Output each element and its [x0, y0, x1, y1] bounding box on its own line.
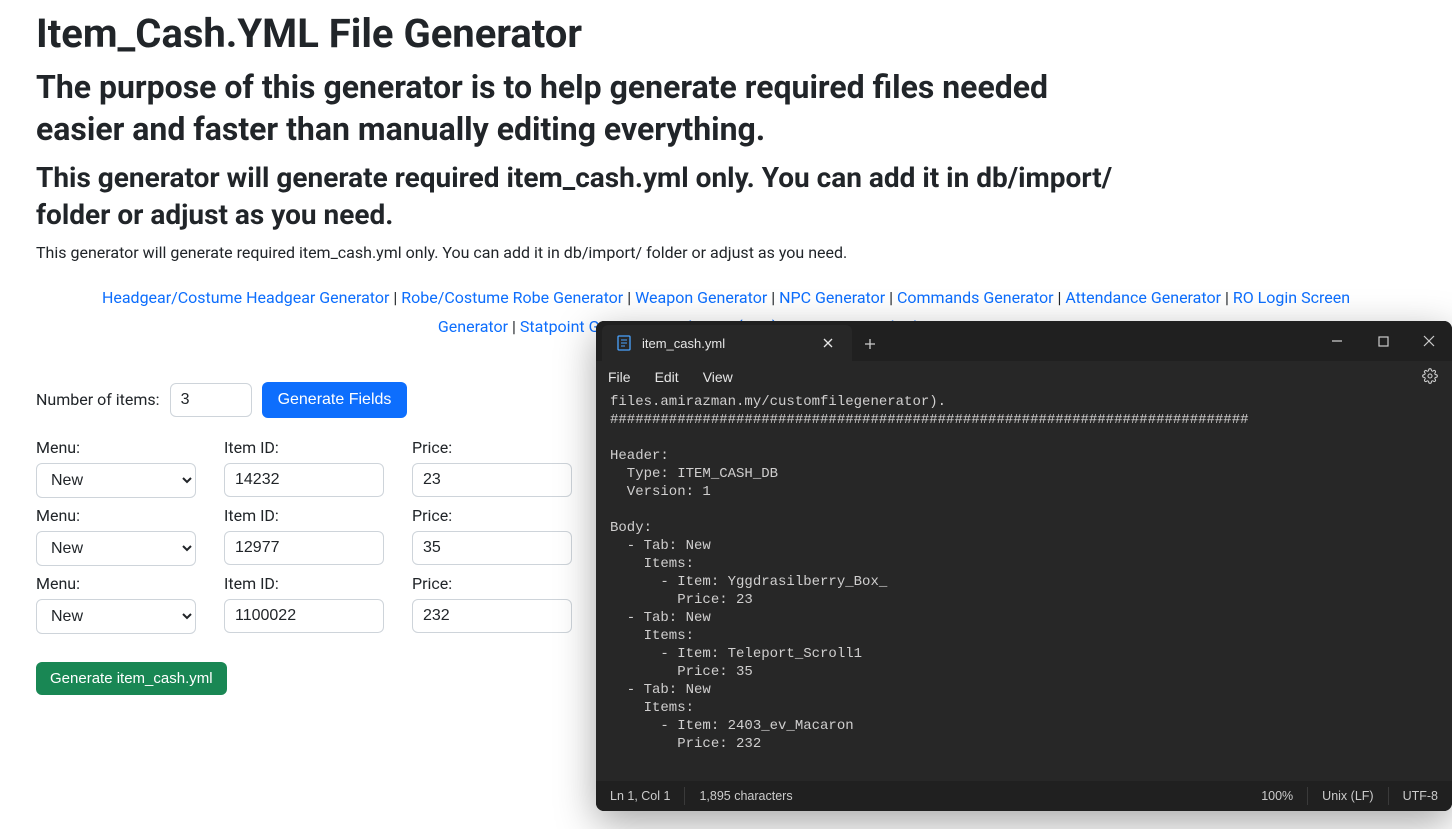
page-title: Item_Cash.YML File Generator — [36, 10, 1416, 57]
menu-label: Menu: — [36, 506, 196, 525]
tab-close-button[interactable] — [818, 333, 838, 354]
editor-menubar: File Edit View — [596, 361, 1452, 393]
generate-file-button[interactable]: Generate item_cash.yml — [36, 662, 227, 695]
file-icon — [616, 335, 632, 351]
item-id-label: Item ID: — [224, 438, 384, 457]
editor-tab-title: item_cash.yml — [642, 336, 725, 351]
window-maximize-button[interactable] — [1360, 321, 1406, 361]
menu-file[interactable]: File — [608, 369, 631, 385]
page-description: This generator will generate required it… — [36, 243, 1416, 262]
price-input[interactable] — [412, 531, 572, 565]
price-input[interactable] — [412, 463, 572, 497]
editor-tab-active[interactable]: item_cash.yml — [602, 325, 852, 361]
nav-link-attendance[interactable]: Attendance Generator — [1065, 288, 1221, 307]
status-cursor-pos: Ln 1, Col 1 — [610, 789, 670, 803]
status-encoding: UTF-8 — [1403, 789, 1438, 803]
window-minimize-button[interactable] — [1314, 321, 1360, 361]
window-close-button[interactable] — [1406, 321, 1452, 361]
price-label: Price: — [412, 438, 572, 457]
text-editor-window: item_cash.yml File Edit View — [596, 321, 1452, 811]
menu-view[interactable]: View — [703, 369, 733, 385]
status-char-count: 1,895 characters — [699, 789, 792, 803]
price-label: Price: — [412, 506, 572, 525]
page-subtitle: The purpose of this generator is to help… — [36, 67, 1116, 150]
nav-link-npc[interactable]: NPC Generator — [779, 288, 885, 307]
window-controls — [1314, 321, 1452, 361]
price-label: Price: — [412, 574, 572, 593]
editor-statusbar: Ln 1, Col 1 1,895 characters 100% Unix (… — [596, 781, 1452, 811]
price-input[interactable] — [412, 599, 572, 633]
new-tab-button[interactable] — [852, 327, 888, 361]
editor-text-area[interactable]: files.amirazman.my/customfilegenerator).… — [596, 393, 1452, 781]
num-items-input[interactable] — [170, 383, 252, 417]
num-items-label: Number of items: — [36, 390, 160, 409]
generate-fields-button[interactable]: Generate Fields — [262, 382, 408, 418]
item-id-label: Item ID: — [224, 506, 384, 525]
menu-select[interactable]: New — [36, 463, 196, 498]
form-row: Menu: New Item ID: Price: — [36, 438, 596, 498]
page-subtitle-2: This generator will generate required it… — [36, 160, 1136, 233]
item-id-input[interactable] — [224, 463, 384, 497]
menu-edit[interactable]: Edit — [655, 369, 679, 385]
form-row: Menu: New Item ID: Price: — [36, 506, 596, 566]
item-id-label: Item ID: — [224, 574, 384, 593]
gear-icon[interactable] — [1422, 368, 1440, 386]
menu-select[interactable]: New — [36, 599, 196, 634]
menu-label: Menu: — [36, 574, 196, 593]
nav-link-robe[interactable]: Robe/Costume Robe Generator — [401, 288, 623, 307]
item-id-input[interactable] — [224, 599, 384, 633]
menu-select[interactable]: New — [36, 531, 196, 566]
nav-link-commands[interactable]: Commands Generator — [897, 288, 1054, 307]
status-zoom: 100% — [1261, 789, 1293, 803]
form-row: Menu: New Item ID: Price: — [36, 574, 596, 634]
nav-link-headgear[interactable]: Headgear/Costume Headgear Generator — [102, 288, 389, 307]
nav-link-weapon[interactable]: Weapon Generator — [635, 288, 767, 307]
item-id-input[interactable] — [224, 531, 384, 565]
editor-tabbar: item_cash.yml — [596, 321, 1452, 361]
menu-label: Menu: — [36, 438, 196, 457]
status-line-ending: Unix (LF) — [1322, 789, 1373, 803]
